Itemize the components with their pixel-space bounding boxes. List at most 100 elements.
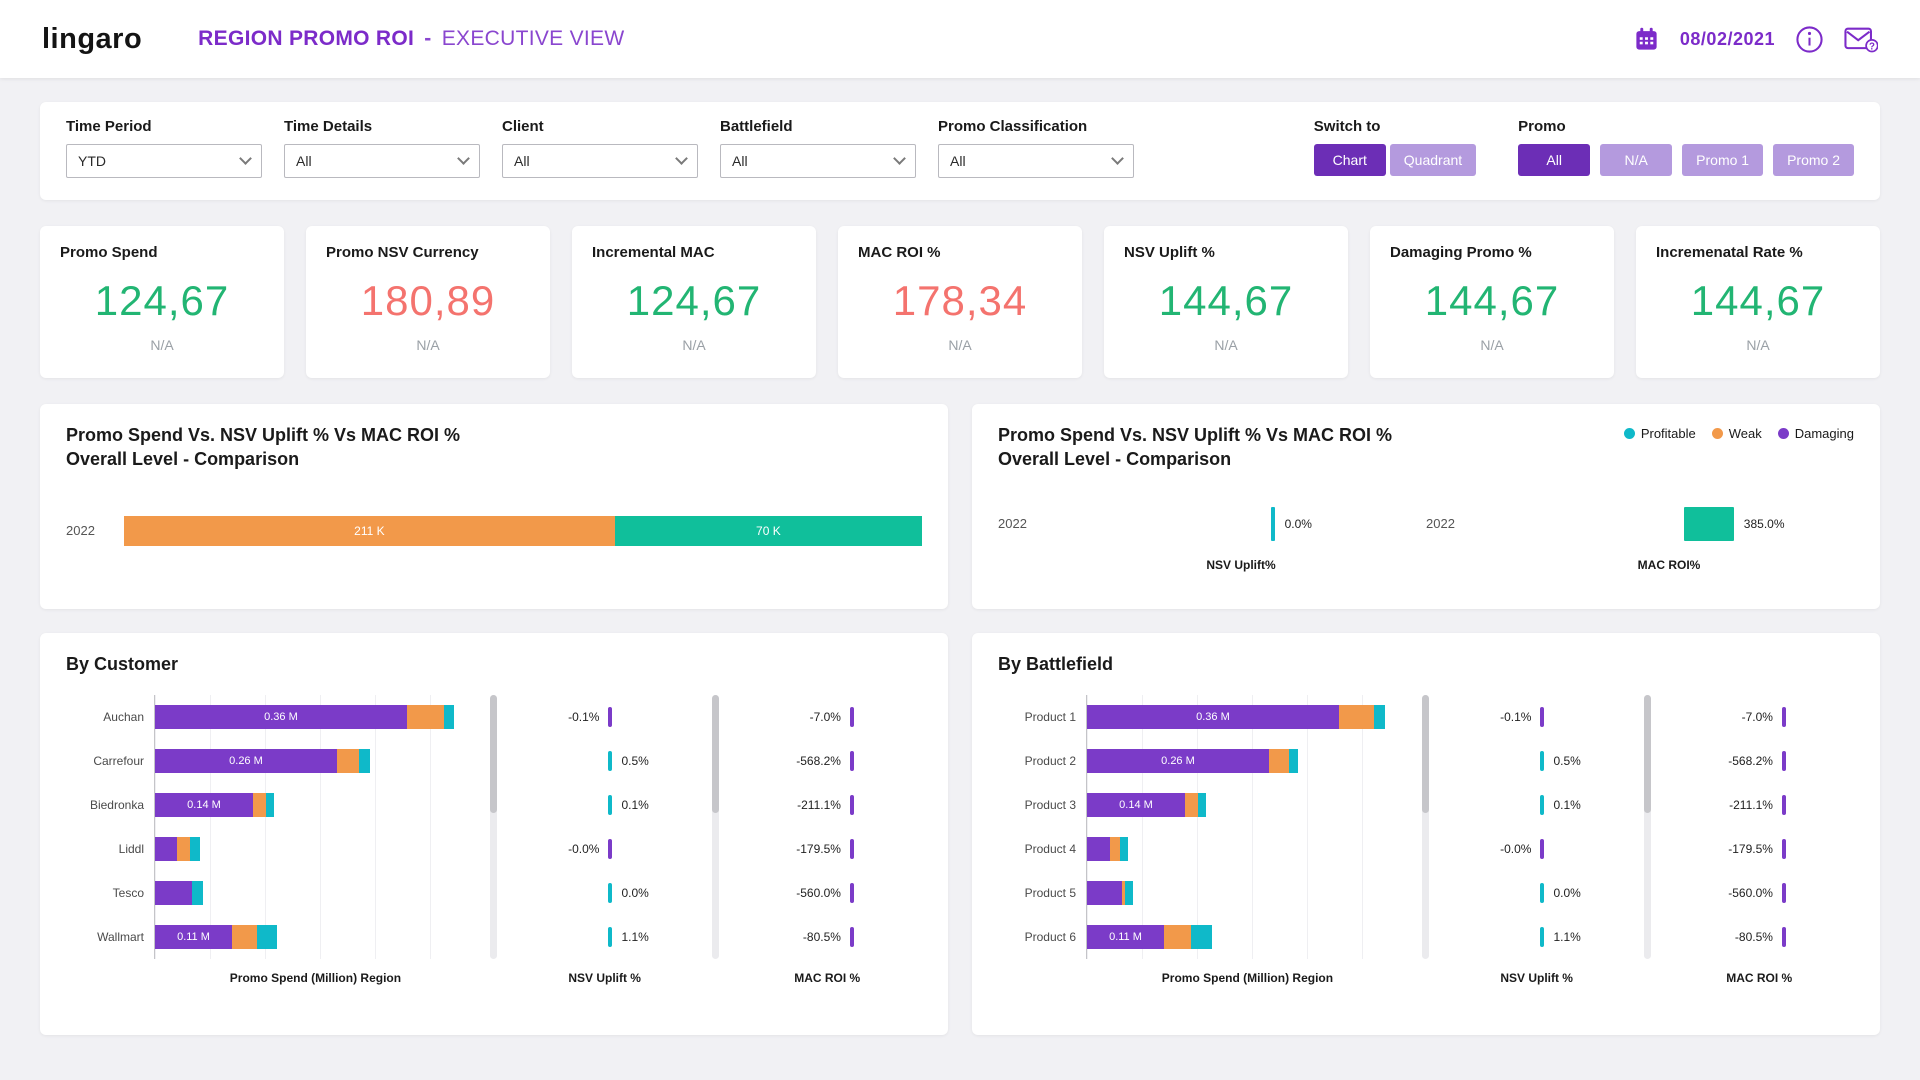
tick-row: -568.2% [732, 739, 922, 783]
category-label: Product 3 [1024, 797, 1076, 812]
scrollbar-thumb[interactable] [1421, 694, 1429, 813]
bar-track: 0.11 M [1086, 914, 1409, 959]
spend-segment [155, 836, 178, 861]
category-label: Product 1 [1024, 709, 1076, 724]
kpi-value: 144,67 [1690, 277, 1826, 324]
overall-stacked-bar: 211 K 70 K [124, 515, 922, 546]
filter-select-client[interactable]: All [502, 144, 698, 178]
header-actions: 08/02/2021 ? [1633, 25, 1878, 54]
filter-select-time-details[interactable]: All [284, 144, 480, 178]
stacked-bar[interactable]: 0.14 M [1087, 792, 1409, 817]
scrollbar[interactable] [1644, 694, 1652, 959]
filter-promo-classification: Promo Classification All [938, 118, 1134, 178]
spend-segment: 0.26 M [155, 748, 337, 773]
switch-to-option-chart[interactable]: Chart [1313, 144, 1386, 176]
bar-row: Product 5 [998, 870, 1409, 915]
kpi-value: 180,89 [360, 277, 496, 324]
tick-value-left: -568.2% [796, 753, 841, 768]
bar-track: 0.26 M [154, 738, 477, 783]
stacked-bar[interactable]: 0.11 M [155, 924, 477, 949]
stacked-bar[interactable]: 0.11 M [1087, 924, 1409, 949]
tick-value-left: -179.5% [796, 841, 841, 856]
switch-to-option-quadrant[interactable]: Quadrant [1389, 144, 1477, 176]
axis-title: NSV Uplift % [568, 970, 641, 985]
tick-row: -211.1% [732, 783, 922, 827]
category-label: Biedronka [89, 797, 144, 812]
spend-segment [1087, 880, 1122, 905]
filter-select-time-period[interactable]: YTD [66, 144, 262, 178]
tick-row: -560.0% [1664, 871, 1854, 915]
stacked-bar[interactable] [1087, 880, 1409, 905]
kpi-card-mac-roi: MAC ROI % 178,34 N/A [838, 226, 1082, 378]
tick-value-right: 1.1% [621, 929, 649, 944]
info-icon[interactable] [1795, 25, 1824, 54]
switch-to-buttons: Chart Quadrant [1313, 144, 1477, 176]
tick-row: 1.1% [510, 915, 700, 959]
promo-option-promo-1[interactable]: Promo 1 [1682, 144, 1764, 176]
chart-legend: Profitable Weak Damaging [1623, 424, 1854, 441]
tick-negative [849, 926, 854, 947]
title-line-1: Promo Spend Vs. NSV Uplift % Vs MAC ROI … [998, 425, 1393, 445]
mail-help-icon[interactable]: ? [1844, 25, 1878, 53]
by-customer-card: By Customer Auchan 0.36 M Carrefour 0.26 M B… [40, 633, 948, 1035]
stacked-bar[interactable] [155, 836, 477, 861]
bar-segment-profitable: 70 K [614, 515, 922, 546]
legend-label: Damaging [1794, 426, 1854, 441]
comparison-row: Promo Spend Vs. NSV Uplift % Vs MAC ROI … [40, 404, 1880, 609]
legend-dot-profitable [1623, 428, 1635, 439]
y-axis-category: 2022 [998, 516, 1027, 531]
tick-value-left: -0.0% [568, 841, 600, 856]
promo-option-promo-2[interactable]: Promo 2 [1773, 144, 1854, 176]
weak-segment [1338, 704, 1374, 729]
bar-track: 0.36 M [1086, 694, 1409, 739]
kpi-value: 144,67 [1158, 277, 1294, 324]
stacked-bar[interactable]: 0.26 M [1087, 748, 1409, 773]
tick-negative [1781, 882, 1786, 903]
bars-column: Auchan 0.36 M Carrefour 0.26 M Biedronka 0.14… [66, 694, 477, 997]
scrollbar-thumb[interactable] [712, 694, 720, 813]
x-axis-title: Promo Spend (Million) Region [1161, 970, 1334, 985]
mac-column: -7.0% -568.2% -211.1% -179.5% -560.0% -80.5% M… [1664, 695, 1854, 997]
bar-track: 0.14 M [1086, 782, 1409, 827]
tick-row: 1.1% [1442, 915, 1632, 959]
tick-value-left: -0.1% [1500, 709, 1532, 724]
stacked-bar[interactable] [1087, 836, 1409, 861]
kpi-card-promo-spend: Promo Spend 124,67 N/A [40, 226, 284, 378]
profitable-segment [265, 792, 274, 817]
filter-select-battlefield[interactable]: All [720, 144, 916, 178]
scrollbar-thumb[interactable] [1644, 694, 1652, 813]
spend-segment: 0.14 M [1087, 792, 1185, 817]
calendar-icon[interactable] [1633, 26, 1660, 53]
stacked-bar[interactable]: 0.26 M [155, 748, 477, 773]
tick-row: -560.0% [732, 871, 922, 915]
kpi-card-incremenatal-rate: Incremenatal Rate % 144,67 N/A [1636, 226, 1880, 378]
stacked-bar[interactable]: 0.14 M [155, 792, 477, 817]
stacked-bar[interactable]: 0.36 M [155, 704, 477, 729]
stacked-bar[interactable]: 0.36 M [1087, 704, 1409, 729]
category-label: Product 5 [1024, 885, 1076, 900]
weak-segment [1163, 924, 1191, 949]
tick-value-left: -568.2% [1728, 753, 1773, 768]
tick-negative [1781, 926, 1786, 947]
promo-option-all[interactable]: All [1518, 144, 1591, 176]
scrollbar-thumb[interactable] [489, 694, 497, 813]
scrollbar[interactable] [1421, 694, 1429, 959]
title-line-2: Overall Level - Comparison [66, 448, 300, 469]
scrollbar[interactable] [489, 694, 497, 959]
metric-panel-nsv-uplift: 2022 0.0% NSV Uplift% [998, 506, 1426, 572]
filter-items: Time Period YTD Time Details All Client All Ba… [66, 118, 1134, 178]
stacked-bar[interactable] [155, 880, 477, 905]
profitable-segment [257, 924, 277, 949]
comparison-stacked-title: Promo Spend Vs. NSV Uplift % Vs MAC ROI … [66, 424, 922, 472]
scrollbar[interactable] [712, 694, 720, 959]
metric-value-label: 0.0% [1284, 516, 1312, 531]
tick-value-right: 0.5% [1553, 753, 1581, 768]
kpi-label: Damaging Promo % [1390, 244, 1532, 261]
spend-segment: 0.11 M [155, 924, 232, 949]
filter-select-promo-classification[interactable]: All [938, 144, 1134, 178]
bar-segment-weak: 211 K [124, 515, 615, 546]
tick-row: -0.0% [1442, 827, 1632, 871]
legend-item-profitable: Profitable [1623, 426, 1696, 441]
promo-option-n-a[interactable]: N/A [1600, 144, 1673, 176]
tick-row: -80.5% [1664, 915, 1854, 959]
